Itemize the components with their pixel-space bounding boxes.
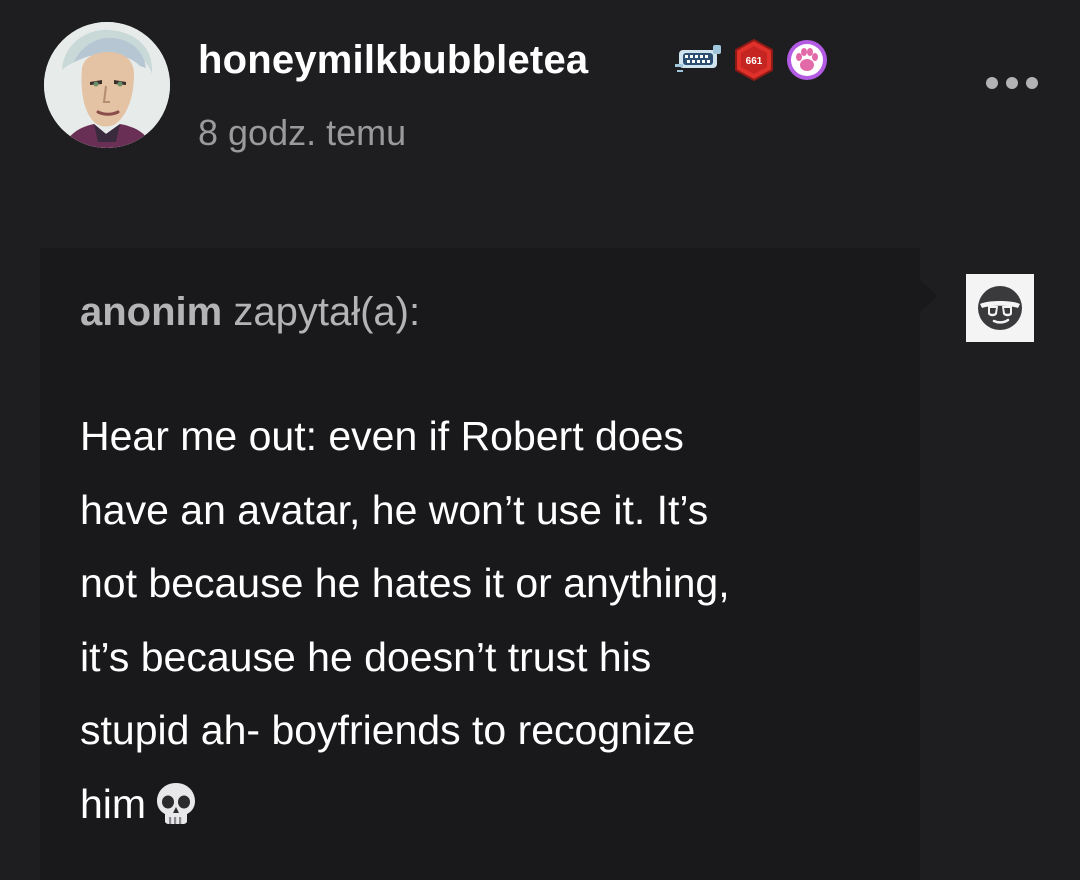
author-avatar-illustration xyxy=(44,22,170,148)
author-avatar[interactable] xyxy=(44,22,170,148)
question-last-line: him xyxy=(80,768,900,850)
tumblr-post: honeymilkbubbletea 661 8 godz. temu anon… xyxy=(0,0,1080,880)
more-dot xyxy=(986,77,998,89)
question-line: not because he hates it or anything, xyxy=(80,560,730,606)
question-line: have an avatar, he won’t use it. It’s xyxy=(80,486,709,533)
question-text: Hear me out: even if Robert does have an… xyxy=(80,400,900,849)
more-options-icon[interactable] xyxy=(986,70,1038,96)
zipper-mouth-badge-icon[interactable] xyxy=(675,40,723,85)
asker-verb: zapytał(a): xyxy=(233,290,421,334)
paw-print-badge-icon[interactable] xyxy=(785,38,829,87)
ask-bubble-pointer xyxy=(920,280,938,312)
more-dot xyxy=(1006,77,1018,89)
question-line: stupid ah- boyfriends to recognize xyxy=(80,707,696,753)
asker-line: anonim zapytał(a): xyxy=(80,290,420,335)
asker-name: anonim xyxy=(80,290,223,334)
author-username[interactable]: honeymilkbubbletea xyxy=(198,38,588,83)
question-line: it’s because he doesn’t trust his xyxy=(80,633,652,680)
red-hexagon-badge-text: 661 xyxy=(746,56,763,67)
question-last-line-text: him xyxy=(80,780,147,827)
red-hexagon-badge-icon[interactable]: 661 xyxy=(733,38,775,87)
author-badges: 661 xyxy=(675,38,829,86)
question-line: Hear me out: even if Robert does xyxy=(80,413,684,459)
skull-emoji-icon xyxy=(154,776,198,850)
more-dot xyxy=(1026,77,1038,89)
post-header: honeymilkbubbletea 661 8 godz. temu xyxy=(0,0,1080,180)
anonymous-sunglasses-face-icon xyxy=(966,274,1034,342)
post-timestamp[interactable]: 8 godz. temu xyxy=(198,112,406,154)
